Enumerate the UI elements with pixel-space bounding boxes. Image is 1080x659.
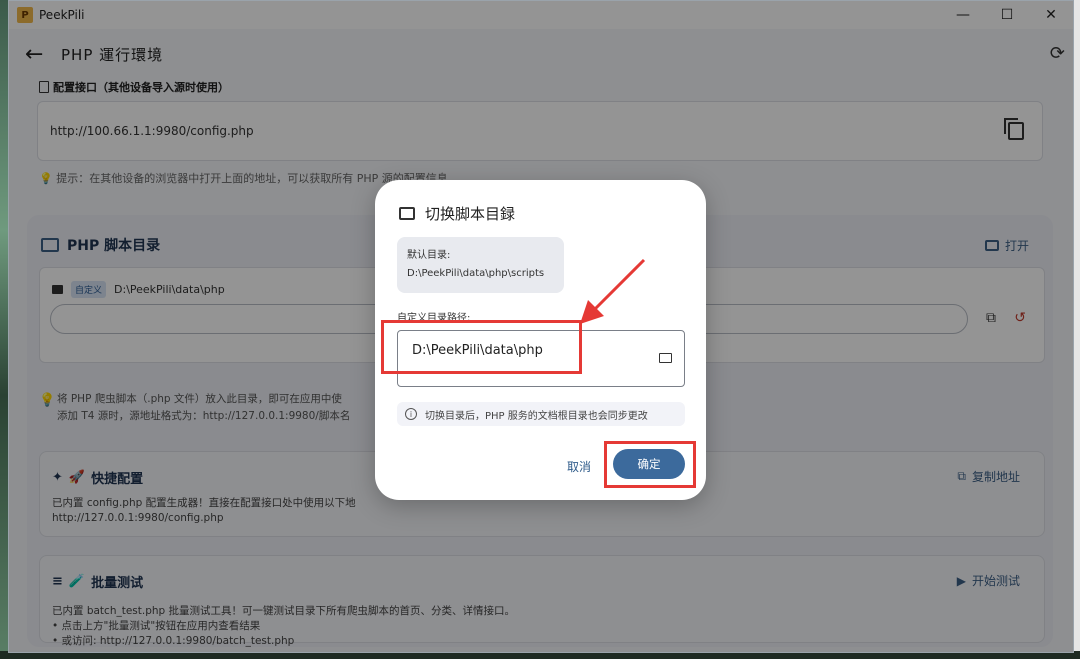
dialog-title: 切换脚本目録 xyxy=(399,203,515,224)
cancel-button[interactable]: 取消 xyxy=(567,458,591,475)
browse-folder-icon[interactable] xyxy=(659,353,672,363)
dialog-info-text: 切换目录后，PHP 服务的文档根目录也会同步更改 xyxy=(425,410,648,422)
default-dir-box: 默认目录: D:\PeekPili\data\php\scripts xyxy=(397,237,564,293)
annotation-highlight-confirm xyxy=(604,441,696,488)
info-icon: i xyxy=(405,408,417,420)
annotation-arrow-icon xyxy=(580,258,646,324)
default-dir-label: 默认目录: xyxy=(407,250,451,261)
dialog-title-text: 切换脚本目録 xyxy=(425,205,516,223)
folder-icon xyxy=(399,207,415,220)
default-dir-path: D:\PeekPili\data\php\scripts xyxy=(407,268,545,279)
annotation-highlight-input xyxy=(381,320,582,374)
dialog-info: i 切换目录后，PHP 服务的文档根目录也会同步更改 xyxy=(397,402,685,426)
